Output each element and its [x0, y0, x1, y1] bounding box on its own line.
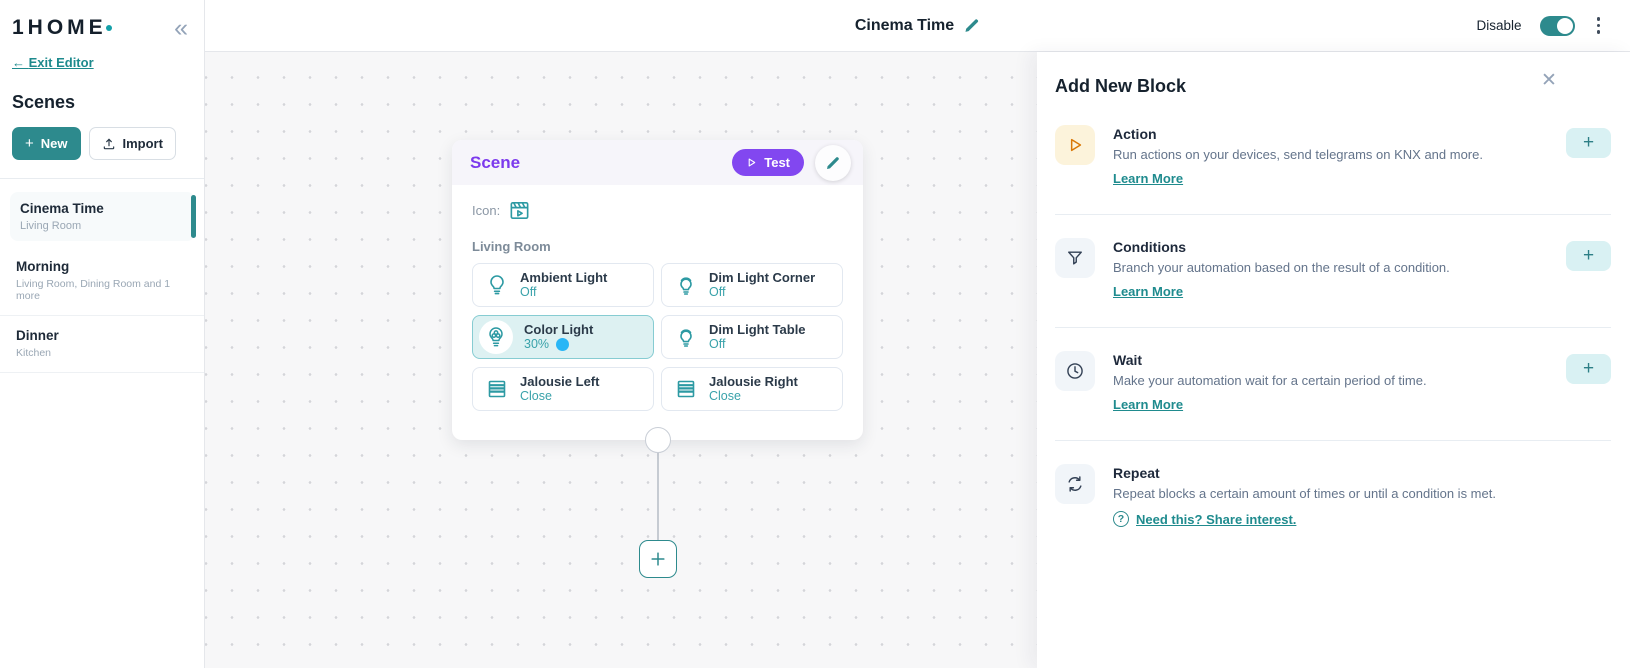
icon-field-label: Icon:: [472, 203, 500, 218]
add-new-block-panel: Add New Block ✕ Action Run actions on yo…: [1037, 52, 1630, 668]
kebab-menu-icon[interactable]: [1593, 13, 1605, 38]
device-jalousie-left[interactable]: Jalousie LeftClose: [472, 367, 654, 411]
scene-block-title: Scene: [470, 153, 520, 173]
device-dim-light-table[interactable]: Dim Light TableOff: [661, 315, 843, 359]
scene-list-item-morning[interactable]: Morning Living Room, Dining Room and 1 m…: [0, 247, 204, 316]
scene-card-header: Scene Test: [452, 140, 863, 185]
question-icon: ?: [1113, 511, 1129, 527]
disable-label: Disable: [1476, 18, 1521, 33]
top-bar: Cinema Time Disable: [205, 0, 1630, 52]
play-icon: [746, 157, 757, 168]
learn-more-link[interactable]: Learn More: [1113, 171, 1183, 186]
new-scene-button[interactable]: +New: [12, 127, 81, 160]
scene-rooms: Living Room: [20, 220, 185, 232]
sidebar: 1HOME « ← Exit Editor Scenes +New Import…: [0, 0, 205, 668]
scene-name: Morning: [16, 259, 188, 274]
automation-title: Cinema Time: [855, 17, 954, 35]
learn-more-link[interactable]: Learn More: [1113, 284, 1183, 299]
color-indicator-dot: [556, 338, 569, 351]
divider: [1055, 214, 1611, 215]
divider: [1055, 440, 1611, 441]
upload-icon: [102, 137, 116, 151]
brand-logo: 1HOME: [12, 16, 112, 40]
plus-icon: +: [25, 135, 34, 152]
add-block-button[interactable]: [639, 540, 677, 578]
exit-editor-link[interactable]: ← Exit Editor: [12, 55, 192, 70]
repeat-arrows-icon: [1055, 464, 1095, 504]
device-dim-light-corner[interactable]: Dim Light CornerOff: [661, 263, 843, 307]
scene-list-item-cinema-time[interactable]: Cinema Time Living Room: [10, 192, 195, 241]
add-action-button[interactable]: +: [1566, 128, 1611, 158]
scene-name: Dinner: [16, 328, 188, 343]
action-play-icon: [1055, 125, 1095, 165]
scene-rooms: Living Room, Dining Room and 1 more: [16, 278, 188, 302]
color-bulb-icon: [479, 320, 513, 354]
device-ambient-light[interactable]: Ambient LightOff: [472, 263, 654, 307]
logo-dot: [106, 25, 112, 31]
blinds-icon: [485, 377, 509, 401]
block-title: Repeat: [1113, 465, 1611, 481]
edit-title-pencil-icon[interactable]: [963, 17, 980, 34]
room-group-label: Living Room: [472, 239, 843, 254]
close-panel-icon[interactable]: ✕: [1536, 68, 1562, 94]
funnel-icon: [1055, 238, 1095, 278]
device-grid: Ambient LightOff Dim Light CornerOff Col…: [472, 263, 843, 411]
block-description: Make your automation wait for a certain …: [1113, 373, 1548, 388]
toggle-knob: [1557, 18, 1573, 34]
device-color-light[interactable]: Color Light 30%: [472, 315, 654, 359]
clock-icon: [1055, 351, 1095, 391]
dim-bulb-icon: [674, 273, 698, 297]
learn-more-link[interactable]: Learn More: [1113, 397, 1183, 412]
add-wait-button[interactable]: +: [1566, 354, 1611, 384]
block-title: Conditions: [1113, 239, 1548, 255]
divider: [1055, 327, 1611, 328]
test-scene-button[interactable]: Test: [732, 149, 804, 176]
device-jalousie-right[interactable]: Jalousie RightClose: [661, 367, 843, 411]
dim-bulb-icon: [674, 325, 698, 349]
edit-scene-button[interactable]: [815, 145, 851, 181]
block-description: Branch your automation based on the resu…: [1113, 260, 1548, 275]
block-option-wait[interactable]: Wait Make your automation wait for a cer…: [1037, 351, 1630, 414]
share-interest-link[interactable]: Need this? Share interest.: [1136, 512, 1296, 527]
scene-block-card: Scene Test Icon: Living Room: [452, 140, 863, 440]
connector-line: [657, 453, 659, 540]
block-title: Wait: [1113, 352, 1548, 368]
block-title: Action: [1113, 126, 1548, 142]
scene-name: Cinema Time: [20, 201, 185, 216]
collapse-sidebar-icon[interactable]: «: [174, 19, 188, 37]
block-option-action[interactable]: Action Run actions on your devices, send…: [1037, 125, 1630, 188]
bulb-icon: [485, 273, 509, 297]
connector-port[interactable]: [645, 427, 671, 453]
scene-rooms: Kitchen: [16, 347, 188, 359]
block-option-repeat: Repeat Repeat blocks a certain amount of…: [1037, 464, 1630, 527]
block-description: Repeat blocks a certain amount of times …: [1113, 486, 1611, 501]
divider: [0, 178, 204, 179]
block-description: Run actions on your devices, send telegr…: [1113, 147, 1548, 162]
scenes-heading: Scenes: [12, 92, 192, 113]
blinds-icon: [674, 377, 698, 401]
movie-clapper-icon[interactable]: [508, 199, 531, 222]
block-option-conditions[interactable]: Conditions Branch your automation based …: [1037, 238, 1630, 301]
plus-icon: [648, 549, 668, 569]
import-button[interactable]: Import: [89, 127, 176, 160]
scene-list-item-dinner[interactable]: Dinner Kitchen: [0, 316, 204, 373]
pencil-icon: [825, 155, 841, 171]
disable-toggle[interactable]: [1540, 16, 1575, 36]
add-conditions-button[interactable]: +: [1566, 241, 1611, 271]
